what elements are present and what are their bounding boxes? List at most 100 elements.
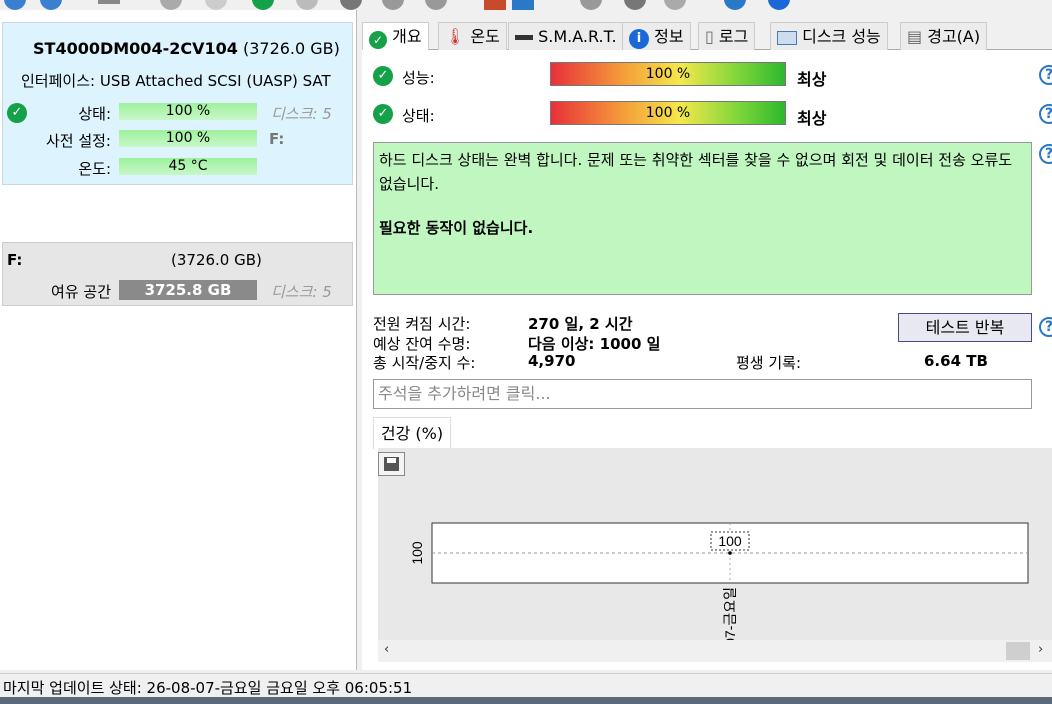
temp-label: 온도: <box>78 160 111 178</box>
temp-bar: 45 °C <box>119 158 257 175</box>
tab-smart-label: S.M.A.R.T. <box>538 27 617 46</box>
search-icon[interactable] <box>296 0 318 10</box>
health-rating: 최상 <box>797 109 827 128</box>
tab-log-label: 로그 <box>718 27 749 46</box>
status-label: 상태: <box>78 105 111 123</box>
scroll-thumb[interactable] <box>1006 642 1030 660</box>
start-stop-label: 총 시작/중지 수: <box>373 354 476 372</box>
tool-icon[interactable] <box>160 0 182 10</box>
disk-icon[interactable] <box>382 0 404 10</box>
ok-check-icon: ✓ <box>7 103 27 123</box>
preset-bar: 100 % <box>119 130 257 147</box>
performance-bar: 100 % <box>550 62 786 86</box>
start-stop-value: 4,970 <box>528 352 576 370</box>
performance-label: 성능: <box>402 69 435 87</box>
tab-health[interactable]: 건강 (%) <box>373 417 451 449</box>
interface-label: 인터페이스: <box>21 72 96 90</box>
note-input[interactable]: 주석을 추가하려면 클릭... <box>373 379 1032 409</box>
tab-temperature[interactable]: 🌡 온도 <box>438 22 507 50</box>
chart-scrollbar[interactable]: ‹ › <box>378 640 1052 662</box>
window-icon[interactable] <box>512 0 534 10</box>
drive-letter: F: <box>269 130 285 148</box>
volume-card[interactable]: F: (3726.0 GB) 여유 공간 3725.8 GB 디스크: 5 <box>2 242 353 306</box>
disk-icon[interactable] <box>340 0 362 10</box>
disk-title: ST4000DM004-2CV104 (3726.0 GB) <box>33 39 340 58</box>
volume-disk-ref: 디스크: 5 <box>271 283 332 301</box>
power-on-label: 전원 켜짐 시간: <box>373 315 471 333</box>
overview-content: ✓ 성능: 100 % 최상 ? ✓ 상태: 100 % 최상 ? 하드 디스크… <box>362 50 1052 670</box>
disk-model: ST4000DM004-2CV104 <box>33 39 238 58</box>
action-message: 필요한 동작이 없습니다. <box>379 219 534 237</box>
refresh-all-icon[interactable] <box>40 0 62 10</box>
disk-list-panel: ST4000DM004-2CV104 (3726.0 GB) 인터페이스: US… <box>0 10 357 670</box>
chart-icon <box>777 30 797 45</box>
health-chart: 100 100 26-08-07-금요일 <box>378 448 1052 640</box>
performance-help-icon[interactable]: ? <box>1039 65 1052 85</box>
tab-disk-performance-label: 디스크 성능 <box>802 27 881 46</box>
thermometer-icon: 🌡 <box>445 27 466 46</box>
last-update-text: 마지막 업데이트 상태: 26-08-07-금요일 금요일 오후 06:05:5… <box>3 679 413 697</box>
tab-temperature-label: 온도 <box>470 27 500 46</box>
tab-smart[interactable]: S.M.A.R.T. <box>508 22 624 50</box>
volume-size: (3726.0 GB) <box>171 251 262 269</box>
info-icon: i <box>629 29 649 49</box>
data-point <box>728 551 732 555</box>
tool-icon[interactable] <box>664 0 686 10</box>
mouse-icon[interactable] <box>580 0 602 10</box>
refresh-icon[interactable] <box>4 0 26 10</box>
status-message-box: 하드 디스크 상태는 완벽 합니다. 문제 또는 취약한 섹터를 찾을 수 없으… <box>373 142 1032 295</box>
taskbar-strip <box>0 697 1052 704</box>
disk-ref: 디스크: 5 <box>271 105 332 123</box>
lifetime-value: 다음 이상: 1000 일 <box>528 335 661 353</box>
help-icon[interactable] <box>724 0 746 10</box>
disk-size: (3726.0 GB) <box>242 39 340 58</box>
health-label: 상태: <box>402 107 435 125</box>
status-message: 하드 디스크 상태는 완벽 합니다. 문제 또는 취약한 섹터를 찾을 수 없으… <box>379 151 1013 193</box>
tab-info[interactable]: i 정보 <box>622 22 691 50</box>
repeat-help-icon[interactable]: ? <box>1039 317 1052 337</box>
lifetime-written-value: 6.64 TB <box>924 352 988 370</box>
x-tick-label: 26-08-07-금요일 <box>722 587 738 640</box>
repeat-test-button[interactable]: 테스트 반복 <box>898 313 1032 342</box>
health-help-icon[interactable]: ? <box>1039 104 1052 124</box>
scroll-right-icon[interactable]: › <box>1038 642 1043 657</box>
tab-overview-label: 개요 <box>392 27 422 46</box>
report-icon[interactable] <box>484 0 506 10</box>
disk-card[interactable]: ST4000DM004-2CV104 (3726.0 GB) 인터페이스: US… <box>2 22 353 185</box>
performance-rating: 최상 <box>797 70 827 89</box>
status-help-icon[interactable]: ? <box>1039 144 1052 164</box>
y-tick-label: 100 <box>409 541 425 565</box>
performance-check-icon: ✓ <box>373 66 393 86</box>
lifetime-written-label: 평생 기록: <box>736 354 802 372</box>
overview-check-icon: ✓ <box>369 31 387 49</box>
tab-bar: ✓ 개요 🌡 온도 S.M.A.R.T. i 정보 ▯ 로그 디스크 성능 ▤ … <box>362 22 1052 52</box>
drive-icon <box>515 35 533 40</box>
power-on-value: 270 일, 2 시간 <box>528 315 633 333</box>
settings-icon[interactable] <box>624 0 646 10</box>
disk-icon[interactable] <box>425 0 447 10</box>
health-bar: 100 % <box>550 101 786 125</box>
data-label: 100 <box>718 533 742 549</box>
status-bar: 100 % <box>119 103 257 120</box>
tab-disk-performance[interactable]: 디스크 성능 <box>770 22 888 50</box>
toolbar <box>0 0 1052 10</box>
tab-log[interactable]: ▯ 로그 <box>698 22 756 50</box>
menu-icon[interactable] <box>98 0 120 4</box>
free-space-bar: 3725.8 GB <box>119 280 257 300</box>
document-icon: ▯ <box>705 27 714 46</box>
tool-icon[interactable] <box>205 0 227 10</box>
clipboard-icon: ▤ <box>907 27 923 46</box>
tab-alerts-label: 경고(A) <box>927 27 981 46</box>
check-icon[interactable] <box>252 0 274 10</box>
free-space-label: 여유 공간 <box>51 283 111 301</box>
tab-overview[interactable]: ✓ 개요 <box>362 22 429 52</box>
interface-value: USB Attached SCSI (UASP) SAT <box>99 72 331 90</box>
health-check-icon: ✓ <box>373 104 393 124</box>
scroll-left-icon[interactable]: ‹ <box>384 642 389 657</box>
health-chart-svg: 100 100 26-08-07-금요일 <box>409 522 1029 640</box>
tab-alerts[interactable]: ▤ 경고(A) <box>900 22 988 50</box>
volume-letter: F: <box>7 251 23 269</box>
preset-label: 사전 설정: <box>45 132 111 150</box>
info-icon[interactable] <box>768 0 790 10</box>
tab-info-label: 정보 <box>654 27 684 46</box>
